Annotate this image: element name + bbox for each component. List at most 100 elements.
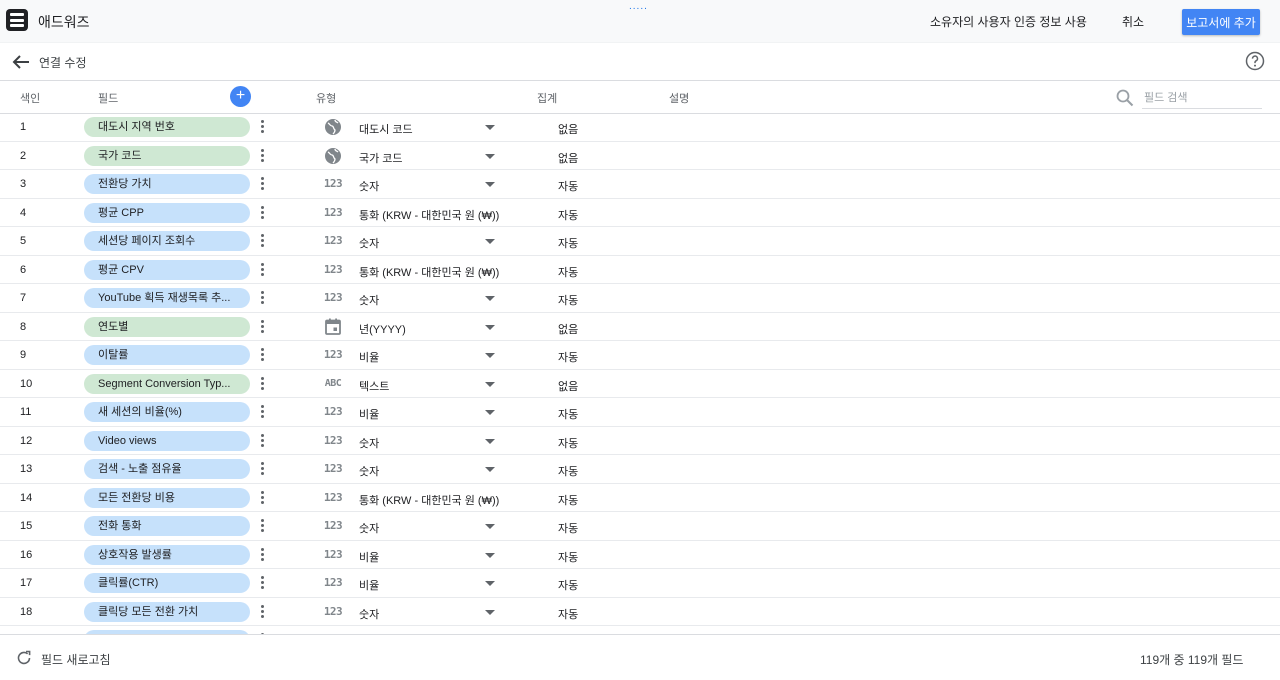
back-arrow-icon[interactable] [12, 54, 30, 70]
use-owner-credentials-button[interactable]: 소유자의 사용자 인증 정보 사용 [930, 13, 1087, 30]
aggregation-select[interactable]: 자동 [558, 549, 578, 565]
chevron-down-icon[interactable] [485, 524, 495, 529]
aggregation-select[interactable]: 자동 [558, 207, 578, 223]
field-name-chip[interactable]: 국가 코드 [84, 145, 250, 166]
more-options-icon[interactable] [258, 319, 266, 335]
more-options-icon[interactable] [258, 119, 266, 135]
more-options-icon[interactable] [258, 347, 266, 363]
aggregation-select[interactable]: 자동 [558, 463, 578, 479]
field-name-chip[interactable]: 상호작용 발생률 [84, 544, 250, 565]
field-type-select[interactable]: 통화 (KRW - 대한민국 원 (₩)) [359, 492, 499, 508]
field-name-chip[interactable]: 클릭률(CTR) [84, 573, 250, 593]
field-type-select[interactable]: 텍스트 [359, 378, 389, 394]
chevron-down-icon[interactable] [485, 552, 495, 558]
cancel-button[interactable]: 취소 [1122, 13, 1144, 30]
aggregation-select[interactable]: 없음 [558, 378, 578, 394]
chevron-down-icon[interactable] [485, 153, 495, 159]
field-name-chip[interactable]: 전화 통화 [84, 516, 250, 536]
chevron-down-icon[interactable] [485, 581, 495, 586]
chevron-down-icon[interactable] [485, 353, 495, 358]
chevron-down-icon[interactable] [485, 182, 495, 187]
field-type-select[interactable]: 비율 [359, 406, 379, 422]
field-type-select[interactable]: 비율 [359, 549, 379, 565]
field-name-chip[interactable]: 모든 전환당 비용 [84, 487, 250, 508]
more-options-icon[interactable] [258, 233, 266, 249]
more-options-icon[interactable] [258, 604, 266, 620]
more-options-icon[interactable] [258, 547, 266, 563]
more-options-icon[interactable] [258, 176, 266, 192]
field-type-select[interactable]: 년(YYYY) [359, 321, 406, 337]
field-name-chip[interactable]: 검색 - 노출 점유율 [84, 459, 250, 479]
field-type-select[interactable]: 숫자 [359, 520, 379, 536]
field-type-select[interactable]: 숫자 [359, 435, 379, 451]
field-type-select[interactable]: 숫자 [359, 178, 379, 194]
chevron-down-icon[interactable] [485, 410, 495, 415]
refresh-icon[interactable] [16, 650, 32, 666]
aggregation-select[interactable]: 자동 [558, 178, 578, 194]
add-field-button[interactable]: + [230, 86, 251, 107]
more-options-icon[interactable] [258, 461, 266, 477]
aggregation-select[interactable]: 자동 [558, 492, 578, 508]
field-name-chip[interactable]: 전환당 가치 [84, 174, 250, 194]
row-index: 15 [20, 520, 33, 532]
field-type-select[interactable]: 숫자 [359, 292, 379, 308]
chevron-down-icon[interactable] [485, 296, 495, 301]
aggregation-select[interactable]: 자동 [558, 435, 578, 451]
drag-handle[interactable]: ..... [629, 2, 648, 12]
aggregation-select[interactable]: 자동 [558, 235, 578, 251]
field-type-select[interactable]: 대도시 코드 [359, 121, 413, 137]
aggregation-select[interactable]: 없음 [558, 121, 578, 137]
field-name-chip[interactable]: 클릭당 모든 전환 가치 [84, 601, 250, 622]
refresh-fields-button[interactable]: 필드 새로고침 [41, 651, 111, 668]
help-icon[interactable] [1245, 51, 1265, 71]
field-name-chip[interactable]: Segment Conversion Typ... [84, 373, 250, 394]
field-name-chip[interactable]: 평균 CPV [84, 259, 250, 280]
aggregation-select[interactable]: 자동 [558, 577, 578, 593]
field-name-chip[interactable]: 평균 CPP [84, 202, 250, 223]
more-options-icon[interactable] [258, 404, 266, 420]
chevron-down-icon[interactable] [485, 381, 495, 387]
more-options-icon[interactable] [258, 262, 266, 278]
field-type-select[interactable]: 숫자 [359, 235, 379, 251]
aggregation-select[interactable]: 없음 [558, 321, 578, 337]
field-name-chip[interactable]: 연도별 [84, 316, 250, 337]
more-options-icon[interactable] [258, 490, 266, 506]
more-options-icon[interactable] [258, 148, 266, 164]
aggregation-select[interactable]: 자동 [558, 520, 578, 536]
field-type-select[interactable]: 통화 (KRW - 대한민국 원 (₩)) [359, 207, 499, 223]
field-name-chip[interactable]: 이탈률 [84, 345, 250, 365]
aggregation-select[interactable]: 없음 [558, 150, 578, 166]
field-search-input[interactable] [1142, 88, 1262, 109]
chevron-down-icon[interactable] [485, 438, 495, 444]
field-name-chip[interactable]: 대도시 지역 번호 [84, 117, 250, 137]
field-type-select[interactable]: 비율 [359, 577, 379, 593]
field-type-select[interactable]: 숫자 [359, 606, 379, 622]
data-source-icon [6, 9, 28, 31]
chevron-down-icon[interactable] [485, 239, 495, 244]
aggregation-select[interactable]: 자동 [558, 292, 578, 308]
field-name-chip[interactable]: Video views [84, 430, 250, 451]
field-name-chip[interactable]: 새 세션의 비율(%) [84, 402, 250, 422]
more-options-icon[interactable] [258, 433, 266, 449]
more-options-icon[interactable] [258, 575, 266, 591]
field-name-chip[interactable]: 세션당 페이지 조회수 [84, 231, 250, 251]
more-options-icon[interactable] [258, 376, 266, 392]
field-type-select[interactable]: 국가 코드 [359, 150, 403, 166]
field-type-select[interactable]: 비율 [359, 349, 379, 365]
field-name-chip[interactable]: YouTube 획득 재생목록 추... [84, 288, 250, 308]
aggregation-select[interactable]: 자동 [558, 606, 578, 622]
chevron-down-icon[interactable] [485, 467, 495, 472]
chevron-down-icon[interactable] [485, 324, 495, 330]
chevron-down-icon[interactable] [485, 125, 495, 130]
more-options-icon[interactable] [258, 205, 266, 221]
aggregation-select[interactable]: 자동 [558, 264, 578, 280]
more-options-icon[interactable] [258, 518, 266, 534]
add-to-report-button[interactable]: 보고서에 추가 [1182, 9, 1260, 35]
more-options-icon[interactable] [258, 290, 266, 306]
chevron-down-icon[interactable] [485, 609, 495, 615]
aggregation-select[interactable]: 자동 [558, 406, 578, 422]
field-type-select[interactable]: 통화 (KRW - 대한민국 원 (₩)) [359, 264, 499, 280]
aggregation-select[interactable]: 자동 [558, 349, 578, 365]
globe-icon [322, 118, 344, 136]
field-type-select[interactable]: 숫자 [359, 463, 379, 479]
